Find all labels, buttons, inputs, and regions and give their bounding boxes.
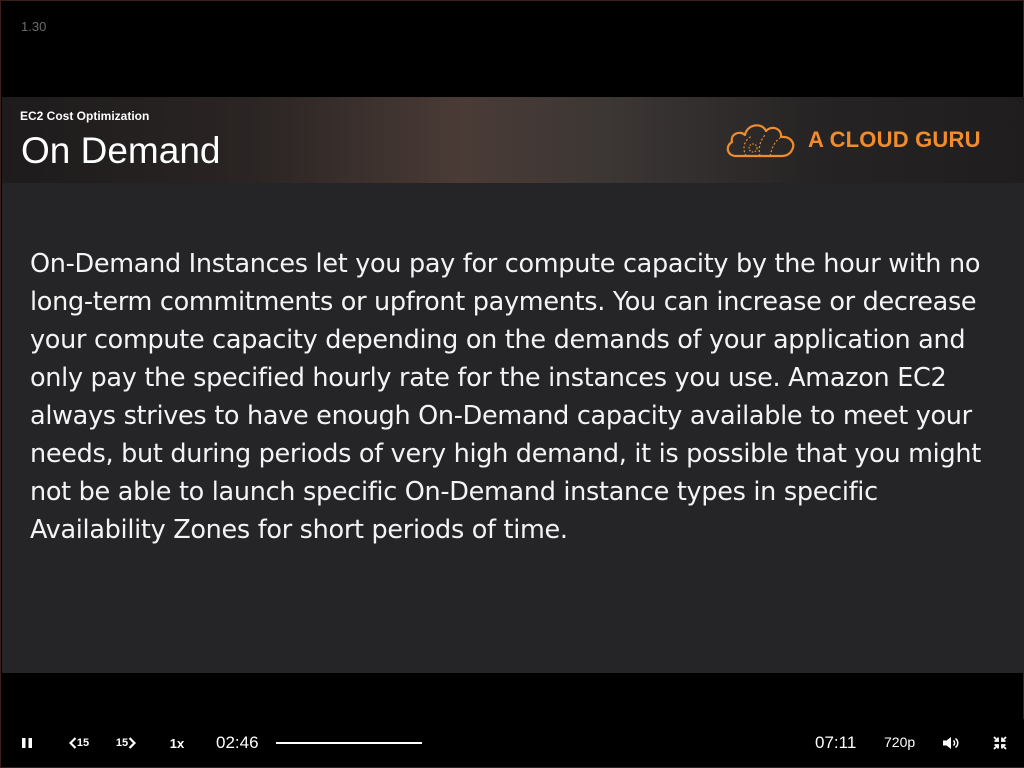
skip-forward-label: 15 xyxy=(115,737,129,749)
video-player: 1.30 EC2 Cost Optimization On Demand A C… xyxy=(0,0,1024,768)
cloud-logo-icon xyxy=(726,124,795,158)
skip-back-button[interactable]: 15 xyxy=(64,731,94,755)
slide-body-text: On-Demand Instances let you pay for comp… xyxy=(30,249,981,545)
brand-logo: A CLOUD GURU xyxy=(724,117,981,163)
slide-header: EC2 Cost Optimization On Demand A CLOUD … xyxy=(2,97,1024,183)
playback-position-label: 1.30 xyxy=(21,19,47,34)
skip-back-icon xyxy=(68,737,77,749)
current-time: 02:46 xyxy=(216,733,259,752)
quality-selector[interactable]: 720p xyxy=(884,734,915,750)
duration: 07:11 xyxy=(815,733,857,752)
brand-logo-text: A CLOUD GURU xyxy=(808,127,981,152)
slide-title: On Demand xyxy=(21,130,221,171)
video-slide: EC2 Cost Optimization On Demand A CLOUD … xyxy=(2,97,1024,673)
pause-button[interactable] xyxy=(16,731,38,755)
volume-button[interactable] xyxy=(940,731,962,755)
progress-bar[interactable] xyxy=(276,742,422,744)
player-controls: 15 15 1x 02:46 07:11 720p xyxy=(2,719,1024,767)
volume-icon xyxy=(943,737,959,749)
pause-icon xyxy=(22,738,32,748)
exit-fullscreen-icon xyxy=(993,736,1007,750)
skip-forward-icon xyxy=(128,737,137,749)
slide-section-label: EC2 Cost Optimization xyxy=(20,109,150,123)
skip-back-label: 15 xyxy=(76,737,90,749)
skip-forward-button[interactable]: 15 xyxy=(111,731,141,755)
exit-fullscreen-button[interactable] xyxy=(989,731,1011,755)
playback-speed-button[interactable]: 1x xyxy=(164,731,190,755)
